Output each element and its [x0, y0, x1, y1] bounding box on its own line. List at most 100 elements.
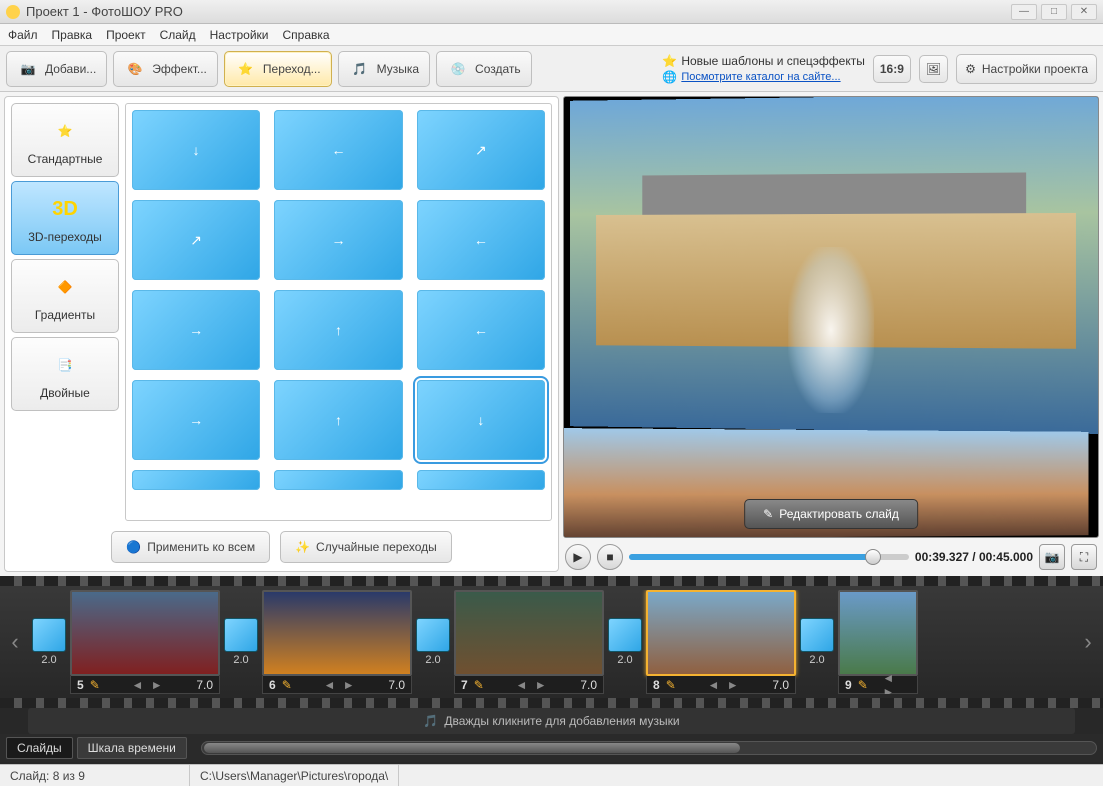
timeline-scroll-handle[interactable] — [204, 743, 740, 753]
close-button[interactable]: ✕ — [1071, 4, 1097, 20]
transition-thumb[interactable]: ← — [417, 200, 545, 280]
slide-card[interactable]: 8✎◄ ►7.0 — [646, 590, 796, 694]
aspect-ratio-button[interactable]: 16:9 — [873, 55, 911, 83]
slide-card[interactable]: 5✎◄ ►7.0 — [70, 590, 220, 694]
slide-thumbnail — [454, 590, 604, 676]
transition-thumb[interactable] — [132, 470, 260, 490]
slide-info-bar: 7✎◄ ►7.0 — [454, 676, 604, 694]
transition-thumb[interactable]: ↗ — [417, 110, 545, 190]
random-label: Случайные переходы — [316, 540, 437, 554]
transition-chip[interactable]: 2.0 — [416, 618, 450, 666]
slide-card[interactable]: 7✎◄ ►7.0 — [454, 590, 604, 694]
tab-create[interactable]: 💿Создать — [436, 51, 532, 87]
minimize-button[interactable]: — — [1011, 4, 1037, 20]
tab-music[interactable]: 🎵 Музыка — [338, 51, 430, 87]
transition-chip[interactable]: 2.0 — [32, 618, 66, 666]
category-standard[interactable]: ⭐Стандартные — [11, 103, 119, 177]
pencil-icon[interactable]: ✎ — [858, 678, 868, 692]
slide-info-bar: 8✎◄ ►7.0 — [646, 676, 796, 694]
random-transitions-button[interactable]: ✨Случайные переходы — [280, 531, 452, 563]
music-icon: 🎵 — [349, 58, 371, 80]
slide-card[interactable]: 9✎◄ ► — [838, 590, 918, 694]
double-icon: 📑 — [48, 348, 82, 382]
snapshot-button[interactable]: 📷 — [1039, 544, 1065, 570]
menubar: Файл Правка Проект Слайд Настройки Справ… — [0, 24, 1103, 46]
timeline-prev-button[interactable]: ‹ — [4, 597, 26, 687]
preview-area: ✎Редактировать слайд — [563, 96, 1099, 538]
slide-nav-icons[interactable]: ◄ ► — [682, 678, 767, 692]
menu-help[interactable]: Справка — [282, 28, 329, 42]
globe-icon: 🌐 — [662, 70, 677, 84]
slide-number: 7 — [461, 678, 468, 692]
menu-file[interactable]: Файл — [8, 28, 38, 42]
apply-all-button[interactable]: 🔵Применить ко всем — [111, 531, 270, 563]
transition-thumb[interactable]: ↑ — [274, 290, 402, 370]
transition-chip[interactable]: 2.0 — [800, 618, 834, 666]
category-column: ⭐Стандартные 3D3D-переходы 🔶Градиенты 📑Д… — [11, 103, 119, 521]
progress-slider[interactable] — [629, 554, 909, 560]
slide-thumbnail — [838, 590, 918, 676]
transition-thumb[interactable]: ← — [274, 110, 402, 190]
transition-duration: 2.0 — [41, 654, 56, 666]
catalog-link[interactable]: Посмотрите каталог на сайте... — [681, 71, 840, 83]
timeline-scrollbar[interactable] — [201, 741, 1097, 755]
tab-transitions[interactable]: ⭐Переход... — [224, 51, 332, 87]
tab-timeline-view[interactable]: Шкала времени — [77, 737, 187, 759]
menu-settings[interactable]: Настройки — [210, 28, 269, 42]
transition-thumb[interactable]: ↗ — [132, 200, 260, 280]
transition-chip[interactable]: 2.0 — [224, 618, 258, 666]
transition-thumb[interactable]: ↑ — [274, 380, 402, 460]
play-button[interactable]: ▶ — [565, 544, 591, 570]
transition-chip-thumb — [32, 618, 66, 652]
transition-chip[interactable]: 2.0 — [608, 618, 642, 666]
slide-number: 6 — [269, 678, 276, 692]
pencil-icon[interactable]: ✎ — [282, 678, 292, 692]
titlebar: Проект 1 - ФотоШОУ PRO — □ ✕ — [0, 0, 1103, 24]
transition-thumb[interactable]: → — [132, 290, 260, 370]
tab-music-label: Музыка — [377, 62, 419, 76]
pencil-icon[interactable]: ✎ — [90, 678, 100, 692]
slide-number: 8 — [653, 678, 660, 692]
edit-slide-button[interactable]: ✎Редактировать слайд — [744, 499, 918, 529]
category-3d[interactable]: 3D3D-переходы — [11, 181, 119, 255]
transition-thumb[interactable]: → — [274, 200, 402, 280]
transition-thumb[interactable] — [274, 470, 402, 490]
transition-list[interactable]: ↓ ← ↗ ↗ → ← → ↑ ← → ↑ ↓ — [125, 103, 552, 521]
slide-nav-icons[interactable]: ◄ ► — [874, 671, 905, 695]
slide-thumbnail — [70, 590, 220, 676]
project-settings-button[interactable]: ⚙Настройки проекта — [956, 54, 1097, 84]
transition-thumb-selected[interactable]: ↓ — [417, 380, 545, 460]
fullscreen-button[interactable]: ⛶ — [1071, 544, 1097, 570]
pencil-icon[interactable]: ✎ — [666, 678, 676, 692]
tab-slides-view[interactable]: Слайды — [6, 737, 73, 759]
tab-transitions-label: Переход... — [263, 62, 321, 76]
star-small-icon: ⭐ — [662, 54, 677, 68]
transition-thumb[interactable]: ← — [417, 290, 545, 370]
progress-handle[interactable] — [865, 549, 881, 565]
slide-number: 5 — [77, 678, 84, 692]
stop-button[interactable]: ■ — [597, 544, 623, 570]
transition-thumb[interactable] — [417, 470, 545, 490]
category-gradients[interactable]: 🔶Градиенты — [11, 259, 119, 333]
background-button[interactable]: 🖼 — [919, 55, 948, 83]
category-standard-label: Стандартные — [28, 152, 103, 166]
tab-add[interactable]: 📷Добави... — [6, 51, 107, 87]
slide-nav-icons[interactable]: ◄ ► — [106, 678, 191, 692]
aspect-label: 16:9 — [880, 62, 904, 76]
category-double[interactable]: 📑Двойные — [11, 337, 119, 411]
menu-project[interactable]: Проект — [106, 28, 146, 42]
timeline-next-button[interactable]: › — [1077, 597, 1099, 687]
menu-edit[interactable]: Правка — [52, 28, 93, 42]
pencil-icon[interactable]: ✎ — [474, 678, 484, 692]
transition-thumb[interactable]: ↓ — [132, 110, 260, 190]
slide-card[interactable]: 6✎◄ ►7.0 — [262, 590, 412, 694]
music-track[interactable]: 🎵Дважды кликните для добавления музыки — [28, 708, 1075, 734]
maximize-button[interactable]: □ — [1041, 4, 1067, 20]
tab-effects[interactable]: 🎨Эффект... — [113, 51, 218, 87]
slide-nav-icons[interactable]: ◄ ► — [298, 678, 383, 692]
globe-blue-icon: 🔵 — [126, 540, 141, 554]
preview-image-top — [570, 96, 1099, 434]
menu-slide[interactable]: Слайд — [160, 28, 196, 42]
transition-thumb[interactable]: → — [132, 380, 260, 460]
slide-nav-icons[interactable]: ◄ ► — [490, 678, 575, 692]
